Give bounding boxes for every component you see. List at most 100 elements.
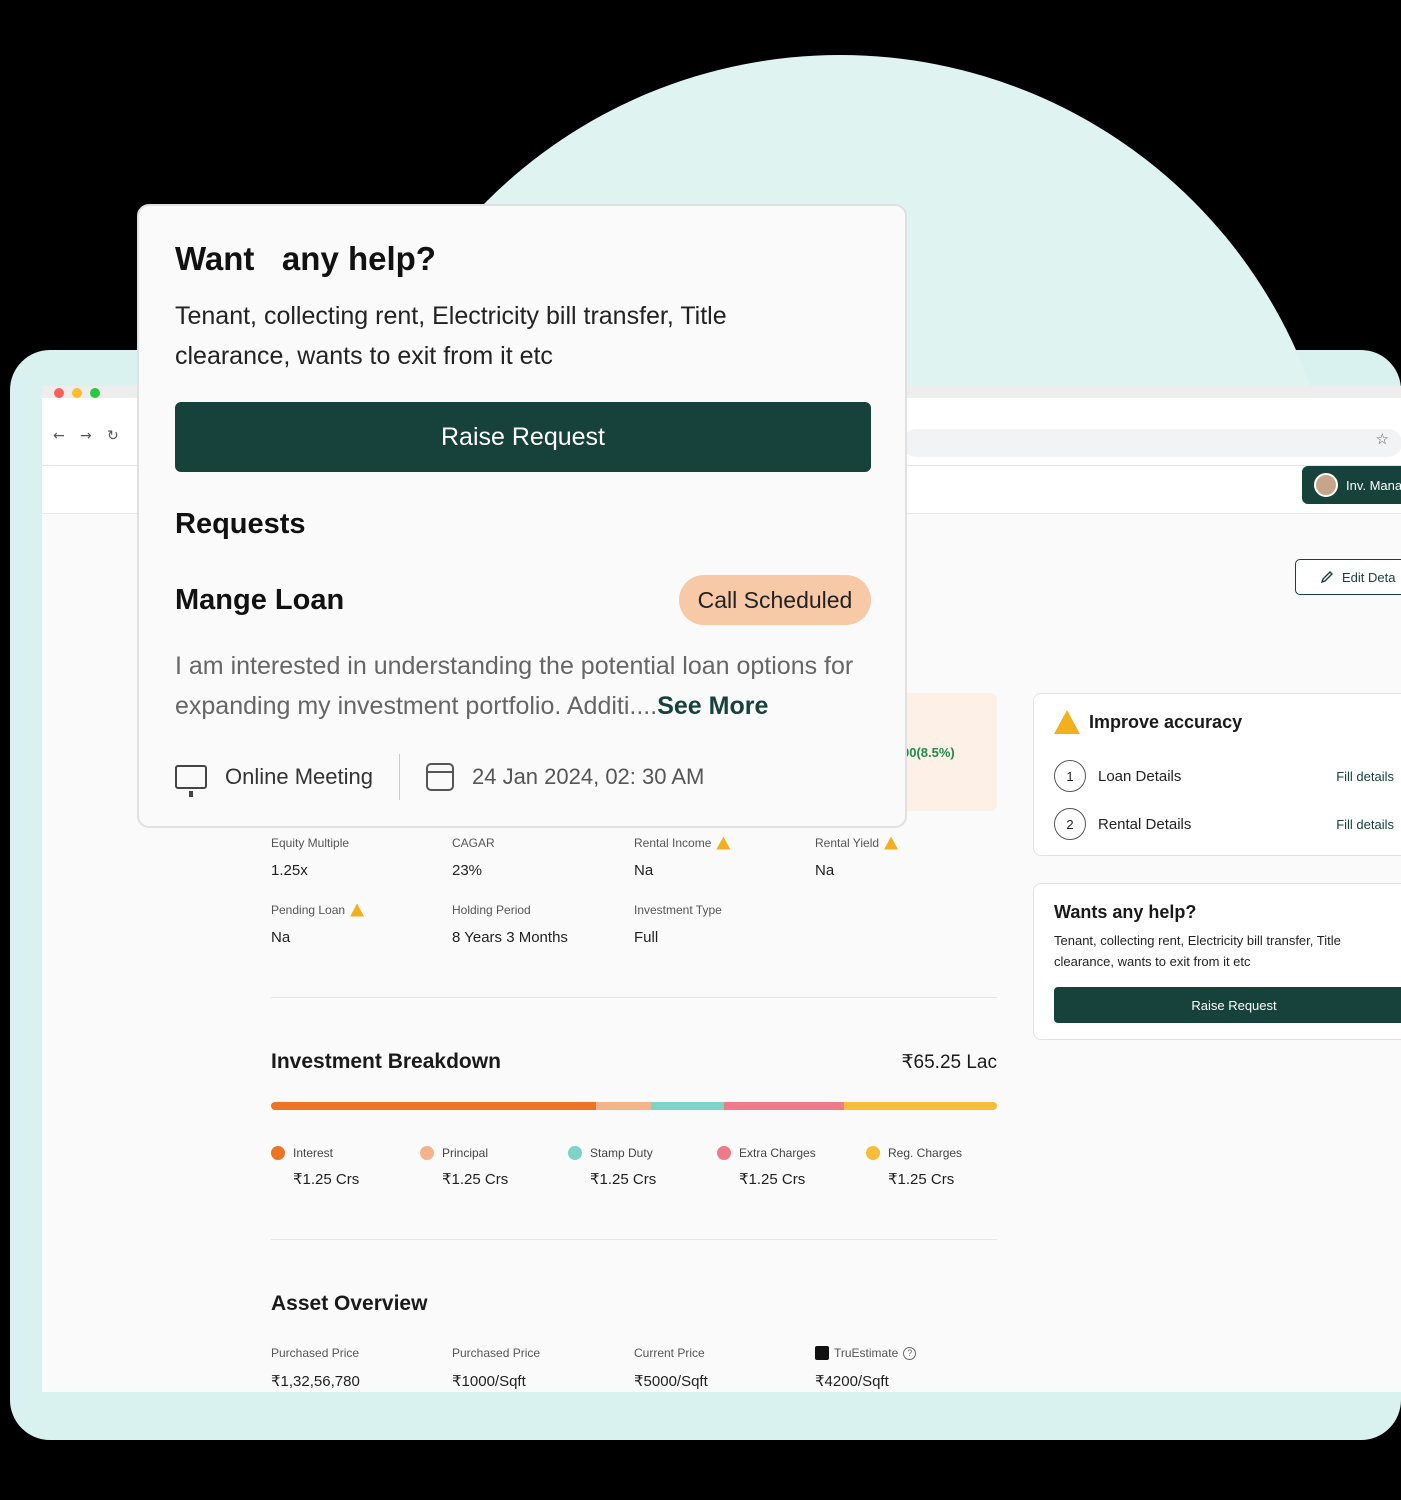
metric-value: 23% (452, 862, 483, 879)
reload-icon[interactable]: ↻ (107, 428, 119, 444)
metric-rental-yield: Rental Yield Na (815, 836, 899, 879)
metric-investment-type: Investment Type Full (634, 903, 722, 946)
asset-value: ₹1,32,56,780 (271, 1373, 360, 1390)
address-input[interactable] (902, 429, 1401, 457)
metric-label: Rental Yield (815, 836, 880, 850)
warning-icon[interactable] (884, 836, 899, 850)
legend-dot (866, 1146, 880, 1160)
meeting-type: Online Meeting (225, 764, 373, 789)
fill-details-link[interactable]: Fill details (1336, 769, 1394, 784)
investment-total: ₹65.25 Lac (901, 1052, 997, 1073)
warning-icon[interactable] (716, 836, 731, 850)
breakdown-segment (271, 1102, 597, 1110)
asset-purchased-price-sqft: Purchased Price ₹1000/Sqft (452, 1346, 540, 1390)
legend-label: Reg. Charges (888, 1146, 963, 1160)
legend-item: Principal ₹1.25 Crs (420, 1146, 508, 1188)
legend-item: Stamp Duty ₹1.25 Crs (568, 1146, 656, 1188)
step-number: 2 (1054, 808, 1086, 840)
metric-label-row: Rental Yield (815, 836, 899, 850)
asset-label: TruEstimate (834, 1346, 899, 1360)
breakdown-segment (843, 1102, 997, 1110)
asset-overview-title: Asset Overview (271, 1292, 428, 1315)
metric-label-row: Pending Loan (271, 903, 365, 917)
legend-label: Extra Charges (739, 1146, 816, 1160)
maximize-window-dot[interactable] (90, 388, 100, 398)
legend-item: Extra Charges ₹1.25 Crs (717, 1146, 816, 1188)
bookmark-star-icon[interactable]: ☆ (1376, 430, 1389, 448)
legend-label: Interest (293, 1146, 334, 1160)
metric-pending-loan: Pending Loan Na (271, 903, 365, 946)
help-card: Wants any help? Tenant, collecting rent,… (1033, 883, 1401, 1040)
divider (271, 997, 997, 998)
accuracy-row-label: Loan Details (1098, 767, 1182, 785)
request-meta: Online Meeting 24 Jan 2024, 02: 30 AM (175, 754, 704, 800)
asset-label-row: TruEstimate ? (815, 1346, 917, 1360)
legend-item: Interest ₹1.25 Crs (271, 1146, 359, 1188)
returns-highlight-card: 00(8.5%) (892, 693, 997, 811)
accuracy-row-rental: 2 Rental Details Fill details (1054, 808, 1394, 840)
legend-value: ₹1.25 Crs (590, 1171, 657, 1188)
popup-raise-request-button[interactable]: Raise Request (175, 402, 871, 472)
improve-accuracy-card: Improve accuracy 1 Loan Details Fill det… (1033, 693, 1401, 856)
legend-value: ₹1.25 Crs (293, 1171, 360, 1188)
breakdown-segment (651, 1102, 725, 1110)
metric-value: Full (634, 929, 659, 946)
popup-subtitle: Tenant, collecting rent, Electricity bil… (175, 302, 727, 370)
metric-cagar: CAGAR 23% (452, 836, 495, 879)
fill-details-link[interactable]: Fill details (1336, 817, 1394, 832)
forward-arrow-icon[interactable]: → (80, 428, 92, 444)
metric-rental-income: Rental Income Na (634, 836, 731, 879)
metric-label-row: Rental Income (634, 836, 731, 850)
step-number: 1 (1054, 760, 1086, 792)
monitor-icon (175, 765, 207, 797)
legend-label-row: Principal (420, 1146, 508, 1160)
asset-value: ₹1000/Sqft (452, 1373, 526, 1390)
legend-dot (420, 1146, 434, 1160)
see-more-link[interactable]: See More (657, 692, 768, 720)
minimize-window-dot[interactable] (72, 388, 82, 398)
metric-label: Equity Multiple (271, 836, 350, 850)
metric-holding-period: Holding Period 8 Years 3 Months (452, 903, 568, 946)
legend-label: Principal (442, 1146, 489, 1160)
back-arrow-icon[interactable]: ← (53, 428, 65, 444)
metric-value: Na (815, 862, 835, 879)
legend-label-row: Stamp Duty (568, 1146, 656, 1160)
help-card-title: Wants any help? (1054, 902, 1197, 922)
breakdown-bar (271, 1102, 997, 1110)
returns-value: 00(8.5%) (902, 745, 955, 760)
legend-dot (717, 1146, 731, 1160)
asset-value: ₹5000/Sqft (634, 1373, 708, 1390)
info-icon[interactable]: ? (903, 1346, 917, 1360)
asset-label: Current Price (634, 1346, 705, 1360)
edit-details-label: Edit Deta (1342, 569, 1396, 585)
raise-request-button[interactable]: Raise Request (1054, 987, 1401, 1023)
metric-equity-multiple: Equity Multiple 1.25x (271, 836, 349, 879)
legend-dot (568, 1146, 582, 1160)
requests-heading: Requests (175, 508, 306, 540)
metric-value: 1.25x (271, 862, 308, 879)
legend-value: ₹1.25 Crs (888, 1171, 955, 1188)
close-window-dot[interactable] (54, 388, 64, 398)
legend-label: Stamp Duty (590, 1146, 653, 1160)
truestimate-logo-icon (815, 1346, 829, 1360)
edit-details-button[interactable]: Edit Deta (1295, 559, 1401, 595)
asset-purchased-price: Purchased Price ₹1,32,56,780 (271, 1346, 360, 1390)
asset-current-price: Current Price ₹5000/Sqft (634, 1346, 708, 1390)
avatar (1314, 473, 1338, 497)
warning-icon[interactable] (350, 903, 365, 917)
legend-label-row: Reg. Charges (866, 1146, 962, 1160)
meeting-datetime: 24 Jan 2024, 02: 30 AM (471, 764, 705, 789)
legend-value: ₹1.25 Crs (442, 1171, 509, 1188)
breakdown-segment (596, 1102, 652, 1110)
user-menu-button[interactable]: Inv. Mana (1302, 466, 1401, 504)
metric-label: Investment Type (634, 903, 722, 917)
metric-label: Holding Period (452, 903, 531, 917)
improve-accuracy-title: Improve accuracy (1089, 712, 1243, 732)
warning-icon (1054, 710, 1080, 734)
metric-label: CAGAR (452, 836, 495, 850)
user-menu-label: Inv. Mana (1346, 477, 1401, 493)
legend-label-row: Interest (271, 1146, 359, 1160)
accuracy-row-label: Rental Details (1098, 815, 1192, 833)
status-badge: Call Scheduled (679, 575, 871, 625)
help-popup: Want any help? Tenant, collecting rent, … (137, 204, 907, 828)
